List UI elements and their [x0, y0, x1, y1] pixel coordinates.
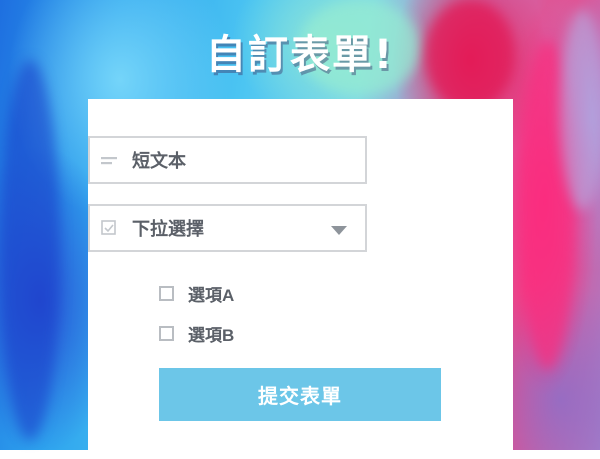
- option-a-checkbox[interactable]: 選項A: [159, 282, 235, 305]
- dropdown-select[interactable]: 下拉選擇: [88, 204, 367, 252]
- submit-button[interactable]: 提交表單: [159, 368, 441, 421]
- short-text-lines-icon: [100, 152, 118, 168]
- option-a-label: 選項A: [188, 285, 235, 305]
- dropdown-label: 下拉選擇: [132, 219, 204, 239]
- form-card: 短文本 下拉選擇 選項A 選項B 提交表單: [88, 99, 513, 459]
- option-b-checkbox[interactable]: 選項B: [159, 322, 235, 345]
- paint-streak: [0, 60, 60, 440]
- short-text-label: 短文本: [132, 151, 186, 171]
- caret-down-icon: [331, 226, 347, 235]
- option-b-label: 選項B: [188, 325, 235, 345]
- checkbox-icon[interactable]: [159, 285, 174, 301]
- checkbox-icon[interactable]: [159, 325, 174, 341]
- form-title: 自訂表單!: [205, 32, 395, 78]
- checkbox-square-icon: [100, 220, 118, 236]
- short-text-input[interactable]: 短文本: [88, 136, 367, 184]
